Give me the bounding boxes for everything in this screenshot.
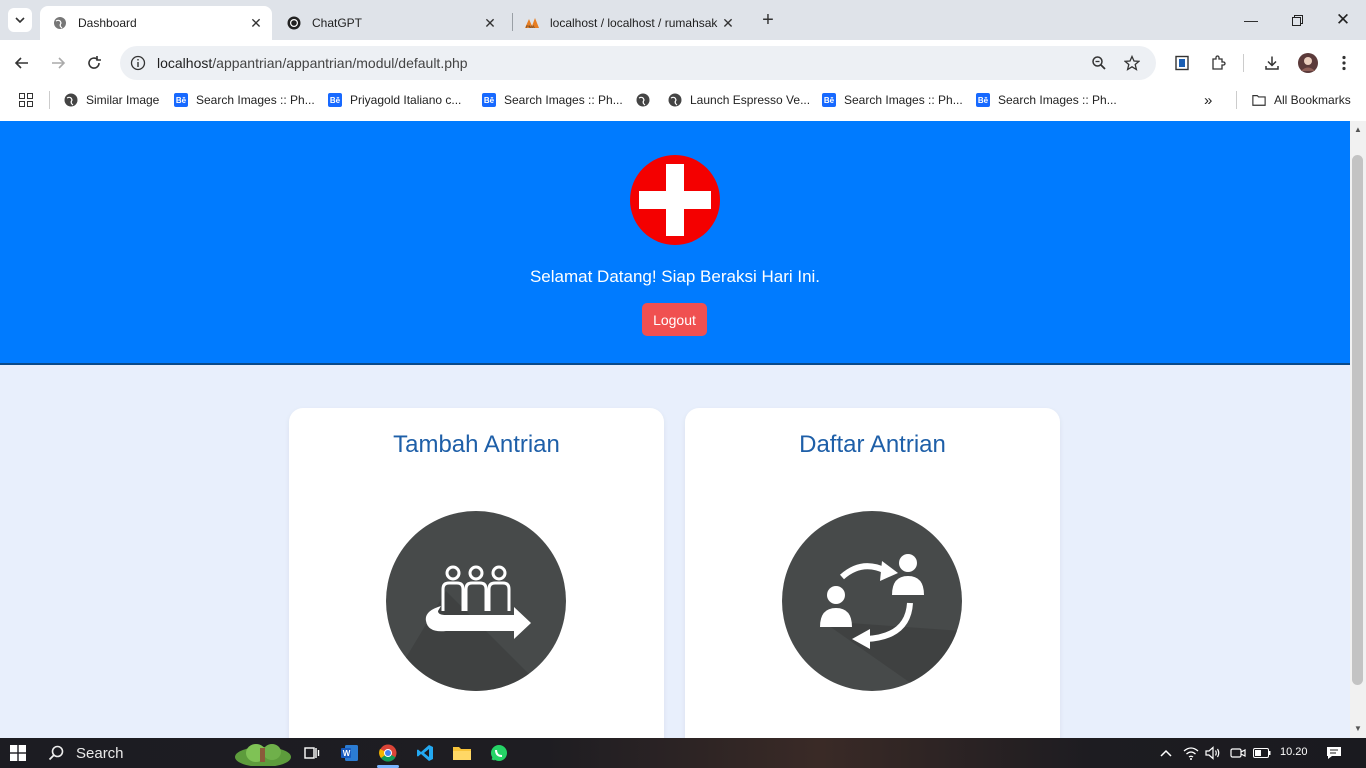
chevron-down-icon — [15, 17, 25, 23]
restore-icon — [1291, 14, 1303, 26]
forward-arrow-icon — [52, 57, 66, 69]
bookmark-item[interactable]: Bē Search Images :: Ph... — [174, 91, 315, 109]
folder-icon — [1252, 93, 1266, 107]
bookmarks-bar: Similar Image Bē Search Images :: Ph... … — [0, 86, 1366, 114]
site-info-icon[interactable] — [126, 51, 150, 75]
windows-start-icon[interactable] — [6, 741, 30, 765]
search-highlight-icon — [235, 744, 291, 766]
menu-kebab-icon[interactable] — [1332, 51, 1356, 75]
toolbar-separator — [1243, 54, 1244, 72]
notification-icon[interactable] — [1322, 741, 1346, 765]
globe-icon — [636, 93, 650, 107]
svg-text:W: W — [343, 749, 351, 758]
header-banner: Selamat Datang! Siap Beraksi Hari Ini. L… — [0, 121, 1350, 365]
bookmark-item[interactable] — [636, 91, 658, 109]
reload-button[interactable] — [82, 51, 106, 75]
scroll-down-arrow-icon[interactable]: ▼ — [1354, 724, 1362, 733]
bookmark-separator — [49, 91, 50, 109]
download-icon[interactable] — [1260, 51, 1284, 75]
close-window-button[interactable]: ✕ — [1320, 0, 1366, 40]
all-bookmarks-button[interactable]: All Bookmarks — [1252, 91, 1351, 109]
tray-overflow-chevron-icon[interactable] — [1154, 741, 1178, 765]
volume-icon[interactable] — [1201, 741, 1225, 765]
taskbar-clock[interactable]: 10.20 — [1280, 746, 1308, 758]
scroll-up-arrow-icon[interactable]: ▲ — [1354, 125, 1362, 134]
url-text: localhost/appantrian/appantrian/modul/de… — [157, 55, 468, 71]
camera-icon[interactable] — [1226, 741, 1250, 765]
bookmark-item[interactable]: Bē Search Images :: Ph... — [976, 91, 1117, 109]
bookmark-item[interactable]: Launch Espresso Ve... — [668, 91, 810, 109]
close-tab-icon[interactable]: ✕ — [480, 13, 500, 33]
bookmark-item[interactable]: Bē Priyagold Italiano c... — [328, 91, 461, 109]
reading-list-icon[interactable] — [1170, 51, 1194, 75]
apps-grid-icon[interactable] — [14, 88, 38, 112]
back-arrow-icon — [14, 57, 28, 69]
taskbar-search[interactable]: Search — [38, 738, 291, 768]
behance-icon: Bē — [482, 93, 496, 107]
chrome-app-icon[interactable] — [376, 741, 400, 765]
behance-icon: Bē — [976, 93, 990, 107]
bookmark-item[interactable]: Bē Search Images :: Ph... — [822, 91, 963, 109]
tab-strip: Dashboard ✕ ChatGPT ✕ PMA localhost / lo… — [0, 0, 1366, 40]
tab-title: localhost / localhost / rumahsak — [550, 16, 718, 30]
phpmyadmin-icon: PMA — [524, 15, 540, 31]
scrollbar-thumb[interactable] — [1352, 155, 1363, 685]
back-button[interactable] — [10, 51, 34, 75]
chatgpt-icon — [286, 15, 302, 31]
profile-avatar[interactable] — [1296, 51, 1320, 75]
toolbar-bottom-spacer — [0, 114, 1366, 121]
svg-text:PMA: PMA — [526, 24, 535, 29]
globe-icon — [52, 15, 68, 31]
zoom-icon[interactable] — [1087, 51, 1111, 75]
welcome-text: Selamat Datang! Siap Beraksi Hari Ini. — [529, 267, 821, 286]
tab-chatgpt[interactable]: ChatGPT ✕ — [274, 6, 506, 40]
page-viewport: Selamat Datang! Siap Beraksi Hari Ini. L… — [0, 121, 1350, 738]
tab-search-button[interactable] — [8, 8, 32, 32]
windows-taskbar: Search W 10.20 — [0, 738, 1366, 768]
tab-title: Dashboard — [78, 16, 137, 30]
forward-button[interactable] — [46, 51, 70, 75]
reload-icon — [88, 56, 101, 69]
card-tambah-antrian[interactable]: Tambah Antrian — [289, 408, 664, 738]
minimize-button[interactable]: — — [1228, 0, 1274, 40]
bookmark-item[interactable]: Similar Image — [64, 91, 159, 109]
tab-title: ChatGPT — [312, 16, 363, 30]
wifi-icon[interactable] — [1179, 741, 1203, 765]
new-tab-button[interactable]: + — [757, 9, 779, 31]
file-explorer-icon[interactable] — [450, 741, 474, 765]
logout-button[interactable]: Logout — [642, 303, 707, 336]
restore-button[interactable] — [1274, 0, 1320, 40]
more-bookmarks-chevron-icon[interactable]: » — [1204, 91, 1212, 109]
word-app-icon[interactable]: W — [338, 741, 362, 765]
behance-icon: Bē — [174, 93, 188, 107]
card-title: Tambah Antrian — [393, 431, 560, 458]
search-icon — [48, 745, 64, 761]
search-label: Search — [76, 744, 124, 762]
close-tab-icon[interactable]: ✕ — [718, 13, 738, 33]
close-tab-icon[interactable]: ✕ — [246, 13, 266, 33]
behance-icon: Bē — [328, 93, 342, 107]
behance-icon: Bē — [822, 93, 836, 107]
bookmark-item[interactable]: Bē Search Images :: Ph... — [482, 91, 623, 109]
address-bar[interactable]: localhost/appantrian/appantrian/modul/de… — [120, 46, 1156, 80]
bookmark-separator — [1236, 91, 1237, 109]
globe-icon — [64, 93, 78, 107]
extensions-icon[interactable] — [1206, 51, 1230, 75]
task-view-icon[interactable] — [300, 741, 324, 765]
red-cross-logo — [630, 155, 720, 245]
card-daftar-antrian[interactable]: Daftar Antrian — [685, 408, 1060, 738]
bookmark-star-icon[interactable] — [1120, 51, 1144, 75]
vscode-app-icon[interactable] — [413, 741, 437, 765]
whatsapp-app-icon[interactable] — [487, 741, 511, 765]
page-scrollbar[interactable]: ▲ ▼ — [1350, 121, 1366, 738]
people-exchange-icon[interactable] — [782, 511, 962, 691]
browser-toolbar: localhost/appantrian/appantrian/modul/de… — [0, 40, 1366, 86]
card-title: Daftar Antrian — [799, 431, 946, 458]
globe-icon — [668, 93, 682, 107]
tab-phpmyadmin[interactable]: PMA localhost / localhost / rumahsak ✕ — [512, 6, 744, 40]
battery-icon[interactable] — [1250, 741, 1274, 765]
tab-dashboard[interactable]: Dashboard ✕ — [40, 6, 272, 40]
queue-people-arrow-icon[interactable] — [386, 511, 566, 691]
